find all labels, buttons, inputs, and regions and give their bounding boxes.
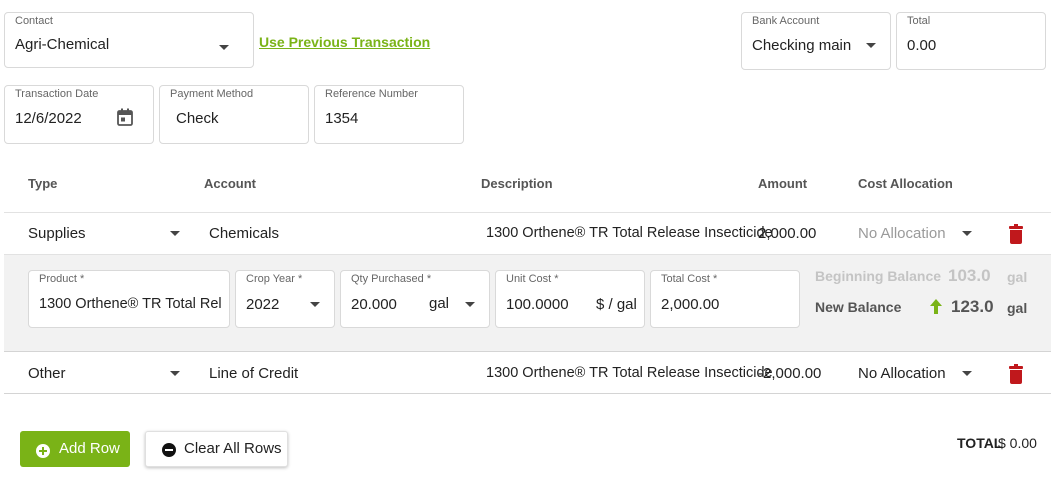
column-header-type: Type <box>28 176 58 191</box>
clear-all-rows-label: Clear All Rows <box>184 440 282 457</box>
chevron-down-icon <box>465 302 475 307</box>
payment-method-value: Check <box>176 110 219 127</box>
total-footer-label: TOTAL <box>957 435 1003 451</box>
total-cost-label: Total Cost * <box>661 273 718 285</box>
row-type-select[interactable]: Supplies <box>28 225 86 242</box>
chevron-down-icon <box>310 302 320 307</box>
clear-all-rows-button[interactable]: Clear All Rows <box>145 431 288 467</box>
reference-number-value: 1354 <box>325 110 359 127</box>
product-field[interactable]: Product * 1300 Orthene® TR Total Release… <box>28 270 230 328</box>
total-cost-field[interactable]: Total Cost * 2,000.00 <box>650 270 800 328</box>
qty-purchased-value: 20.000 <box>351 296 397 313</box>
row-description[interactable]: 1300 Orthene® TR Total Release Insectici… <box>486 365 773 381</box>
chevron-down-icon[interactable] <box>170 371 180 376</box>
chevron-down-icon <box>866 43 876 48</box>
use-previous-transaction-link[interactable]: Use Previous Transaction <box>259 34 430 50</box>
column-header-description: Description <box>481 176 553 191</box>
total-label: Total <box>907 15 931 27</box>
column-header-account: Account <box>204 176 256 191</box>
arrow-up-icon <box>930 299 942 314</box>
transaction-date-field[interactable]: Transaction Date 12/6/2022 <box>4 85 154 144</box>
plus-circle-icon <box>36 444 50 458</box>
chevron-down-icon[interactable] <box>170 231 180 236</box>
bank-account-select[interactable]: Bank Account Checking main <box>741 12 891 70</box>
minus-circle-icon <box>162 443 176 457</box>
contact-label: Contact <box>15 15 53 27</box>
product-label: Product * <box>39 273 85 285</box>
beginning-balance-unit: gal <box>1007 269 1028 285</box>
qty-unit-select[interactable]: gal <box>429 295 449 312</box>
bank-account-value: Checking main <box>752 37 852 54</box>
row-amount[interactable]: -2,000.00 <box>758 365 821 382</box>
product-value: 1300 Orthene® TR Total Release Insectici… <box>39 296 221 312</box>
payment-method-label: Payment Method <box>170 88 254 100</box>
total-cost-value: 2,000.00 <box>661 296 720 313</box>
total-value: 0.00 <box>907 37 937 54</box>
payment-method-field[interactable]: Payment Method Check <box>159 85 309 144</box>
transaction-date-value: 12/6/2022 <box>15 110 82 127</box>
table-divider <box>4 393 1051 394</box>
qty-purchased-label: Qty Purchased * <box>351 273 432 285</box>
new-balance-label: New Balance <box>815 299 902 315</box>
unit-cost-unit: $ / gal <box>596 296 637 313</box>
row-amount[interactable]: 2,000.00 <box>758 225 816 242</box>
row-description[interactable]: 1300 Orthene® TR Total Release Insectici… <box>486 225 773 241</box>
crop-year-label: Crop Year * <box>246 273 303 285</box>
column-header-amount: Amount <box>758 176 808 191</box>
row-cost-allocation[interactable]: No Allocation <box>858 225 946 242</box>
total-field[interactable]: Total 0.00 <box>896 12 1046 70</box>
new-balance-unit: gal <box>1007 300 1028 316</box>
beginning-balance-value: 103.0 <box>948 266 991 285</box>
new-balance-value: 123.0 <box>951 297 994 316</box>
transaction-date-label: Transaction Date <box>15 88 99 100</box>
unit-cost-field[interactable]: Unit Cost * 100.0000 $ / gal <box>495 270 645 328</box>
add-row-label: Add Row <box>59 440 120 457</box>
row-type-select[interactable]: Other <box>28 365 66 382</box>
chevron-down-icon[interactable] <box>962 231 972 236</box>
row-account[interactable]: Chemicals <box>209 225 279 242</box>
unit-cost-value: 100.0000 <box>506 296 569 313</box>
row-cost-allocation[interactable]: No Allocation <box>858 365 946 382</box>
bank-account-label: Bank Account <box>752 15 820 27</box>
total-footer-value: $ 0.00 <box>998 435 1037 451</box>
table-divider <box>4 212 1051 213</box>
beginning-balance-label: Beginning Balance <box>815 268 942 284</box>
crop-year-select[interactable]: Crop Year * 2022 <box>235 270 335 328</box>
row-account[interactable]: Line of Credit <box>209 365 298 382</box>
chevron-down-icon <box>219 45 229 50</box>
reference-number-label: Reference Number <box>325 88 418 100</box>
qty-purchased-field[interactable]: Qty Purchased * 20.000 gal <box>340 270 490 328</box>
unit-cost-label: Unit Cost * <box>506 273 559 285</box>
calendar-icon[interactable] <box>117 108 133 126</box>
chevron-down-icon[interactable] <box>962 371 972 376</box>
contact-value: Agri-Chemical <box>15 36 110 53</box>
column-header-cost-allocation: Cost Allocation <box>858 176 953 191</box>
crop-year-value: 2022 <box>246 296 280 313</box>
trash-icon[interactable] <box>1009 364 1023 384</box>
add-row-button[interactable]: Add Row <box>20 431 130 467</box>
reference-number-field[interactable]: Reference Number 1354 <box>314 85 464 144</box>
contact-select[interactable]: Contact Agri-Chemical <box>4 12 254 68</box>
trash-icon[interactable] <box>1009 224 1023 244</box>
